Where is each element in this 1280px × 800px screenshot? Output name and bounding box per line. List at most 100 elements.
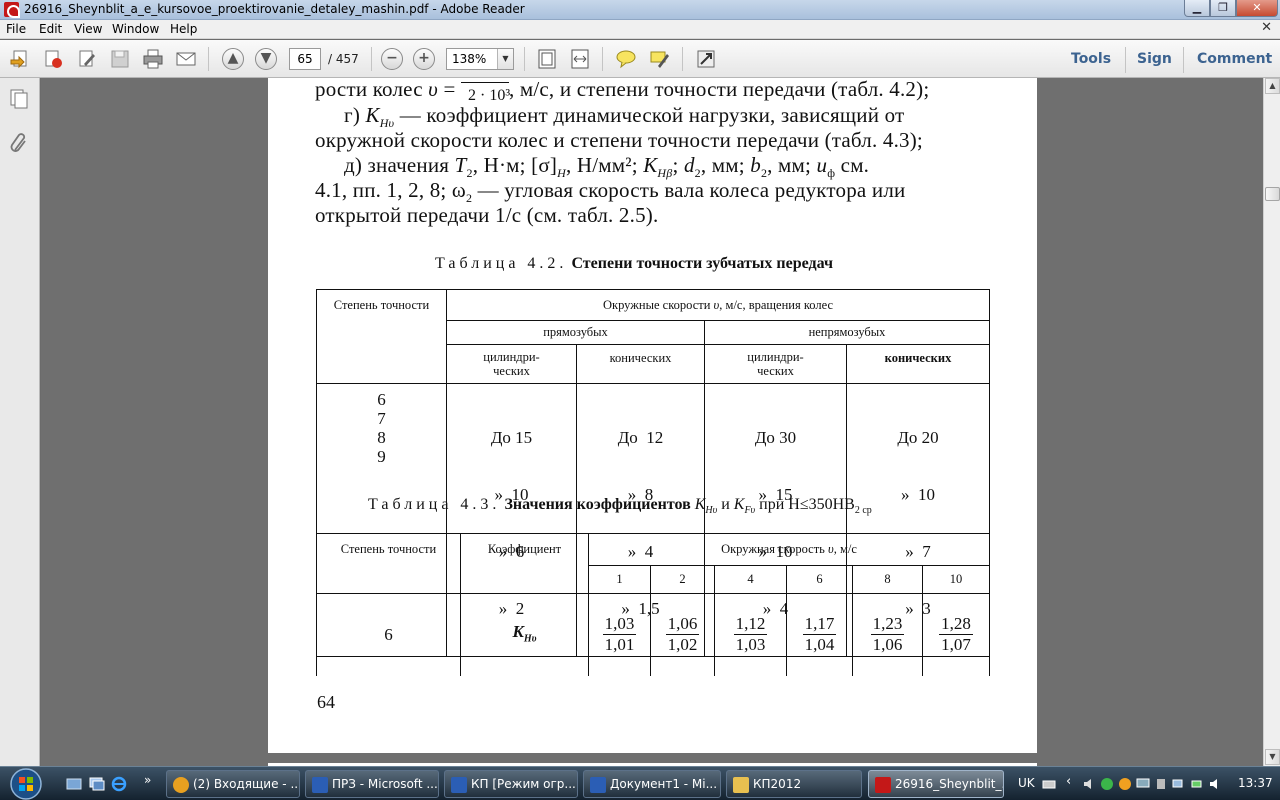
email-icon[interactable] (175, 48, 197, 70)
page-number-input[interactable]: 65 (289, 48, 321, 70)
edit-pdf-icon[interactable] (76, 48, 98, 70)
header-straight: прямозубых (446, 320, 705, 345)
caption-condition: при H≤350HB (759, 496, 855, 513)
show-hidden-icons-icon[interactable]: ‹ (1066, 774, 1071, 789)
attachments-icon[interactable] (9, 132, 29, 154)
volume-icon[interactable] (1208, 777, 1222, 791)
chevron-down-icon[interactable]: ▼ (497, 49, 513, 69)
caption-hb-subscript: 2 ср (854, 505, 872, 517)
header-speed: Окружная скорость υ, м/с (588, 533, 990, 566)
table-4-3-title: Значения коэффициентов (504, 496, 691, 513)
scroll-up-button[interactable]: ▲ (1265, 78, 1280, 94)
numerator: 1,03 (602, 614, 637, 636)
coef-subscript: Hυ (523, 632, 537, 644)
keyboard-icon[interactable] (1042, 777, 1056, 791)
cell-value: 7 (377, 409, 386, 428)
text-line-4: д) значения T2, Н·м; [σ]H, Н/мм²; KHβ; d… (344, 153, 870, 181)
maximize-button[interactable]: ❐ (1210, 0, 1236, 17)
header-degree: Степень точности (316, 533, 461, 594)
tools-pane-link[interactable]: Tools (1071, 51, 1111, 67)
zoom-out-button[interactable]: − (381, 48, 403, 70)
close-button[interactable]: ✕ (1236, 0, 1278, 17)
page-thumbnails-icon[interactable] (9, 88, 29, 110)
comment-pane-link[interactable]: Comment (1197, 51, 1272, 67)
zoom-in-button[interactable]: + (413, 48, 435, 70)
header-cylindrical: цилиндри- ческих (446, 344, 577, 384)
menu-view[interactable]: View (74, 22, 102, 36)
sign-pane-link[interactable]: Sign (1137, 51, 1172, 67)
menu-file[interactable]: File (6, 22, 26, 36)
save-icon[interactable] (109, 48, 131, 70)
close-document-icon[interactable]: ✕ (1261, 20, 1272, 35)
update-icon[interactable] (1118, 777, 1132, 791)
battery-icon[interactable] (1190, 777, 1204, 791)
next-page-button[interactable]: ▼ (255, 48, 277, 70)
header-coefficient: Коэффициент (460, 533, 589, 594)
toolbar: ▲ ▼ 65 / 457 − + 138% ▼ Tools Sign Comme… (0, 40, 1280, 78)
taskbar-item-word-prz[interactable]: ПРЗ - Microsoft ... (305, 770, 439, 798)
page-number: 64 (317, 692, 335, 712)
document-view[interactable]: рости колес υ = , м/с, и степени точност… (41, 78, 1263, 766)
network-icon[interactable] (1172, 777, 1186, 791)
table-4-3: Степень точности Коэффициент Окружная ск… (316, 533, 990, 676)
pdf-page: рости колес υ = , м/с, и степени точност… (268, 78, 1037, 753)
taskbar-item-label: КП [Режим огр... (471, 777, 576, 791)
toolbar-separator (602, 47, 603, 71)
fit-width-icon[interactable] (569, 48, 591, 70)
previous-page-button[interactable]: ▲ (222, 48, 244, 70)
header-cylindrical: цилиндри- ческих (704, 344, 847, 384)
taskbar-item-label: Документ1 - Mi... (610, 777, 718, 791)
taskbar-item-word-kp[interactable]: КП [Режим огр... (444, 770, 578, 798)
monitor-icon[interactable] (1136, 777, 1150, 791)
cell-value: 9 (377, 447, 386, 466)
minimize-button[interactable]: ▁ (1184, 0, 1210, 17)
table-caption-4-2: Таблица 4.2. Степени точности зубчатых п… (435, 255, 833, 273)
menu-edit[interactable]: Edit (39, 22, 62, 36)
sticky-note-icon[interactable] (615, 48, 637, 70)
fraction-cell: 1,03 1,01 (588, 593, 651, 676)
text-line-1: рости колес υ = , м/с, и степени точност… (315, 78, 930, 101)
text-line-2: г) KHυ — коэффициент динамической нагруз… (344, 103, 905, 131)
full-screen-icon[interactable] (695, 48, 717, 70)
navigation-pane (0, 78, 40, 766)
taskbar-item-word-doc1[interactable]: Документ1 - Mi... (583, 770, 721, 798)
security-icon[interactable] (1100, 777, 1114, 791)
numerator: 1,12 (733, 614, 768, 636)
caption-k-symbol: K (733, 496, 745, 513)
open-file-icon[interactable] (9, 48, 31, 70)
window-switcher-icon[interactable] (89, 776, 105, 792)
quick-launch-chevron-icon[interactable]: » (144, 773, 151, 787)
zoom-select[interactable]: 138% ▼ (446, 48, 514, 70)
print-icon[interactable] (142, 48, 164, 70)
zoom-value: 138% (452, 52, 487, 66)
vertical-scrollbar[interactable]: ▲ ▼ (1263, 78, 1280, 766)
usb-icon[interactable] (1154, 777, 1168, 791)
table-4-2-title: Степени точности зубчатых передач (571, 255, 833, 272)
table-4-3-label: Таблица 4.3. (368, 496, 501, 513)
scrollbar-thumb[interactable] (1265, 187, 1280, 201)
fraction-cell: 1,23 1,06 (852, 593, 923, 676)
taskbar-item-label: КП2012 (753, 777, 802, 791)
toolbar-separator (1183, 47, 1184, 73)
highlight-icon[interactable] (648, 48, 670, 70)
taskbar-item-adobe-reader[interactable]: 26916_Sheynblit_... (868, 770, 1004, 798)
language-indicator[interactable]: UK (1018, 776, 1035, 790)
menu-help[interactable]: Help (170, 22, 197, 36)
fit-page-icon[interactable] (536, 48, 558, 70)
menu-window[interactable]: Window (112, 22, 159, 36)
clock[interactable]: 13:37 (1238, 776, 1273, 790)
taskbar-item-chrome[interactable]: (2) Входящие - ... (166, 770, 300, 798)
speaker-icon[interactable] (1082, 777, 1096, 791)
title-bar: 26916_Sheynblit_a_e_kursovoe_proektirova… (0, 0, 1280, 20)
cell-value: 8 (377, 428, 386, 447)
start-button[interactable] (6, 767, 46, 800)
taskbar-item-folder[interactable]: КП2012 (726, 770, 862, 798)
denominator: 1,06 (872, 635, 903, 655)
create-pdf-icon[interactable] (42, 48, 64, 70)
scroll-down-button[interactable]: ▼ (1265, 749, 1280, 765)
header-degree: Степень точности (316, 289, 447, 384)
internet-explorer-icon[interactable] (111, 776, 127, 792)
cell-value: До 12 (617, 428, 664, 447)
show-desktop-icon[interactable] (66, 776, 82, 792)
toolbar-separator (682, 47, 683, 71)
